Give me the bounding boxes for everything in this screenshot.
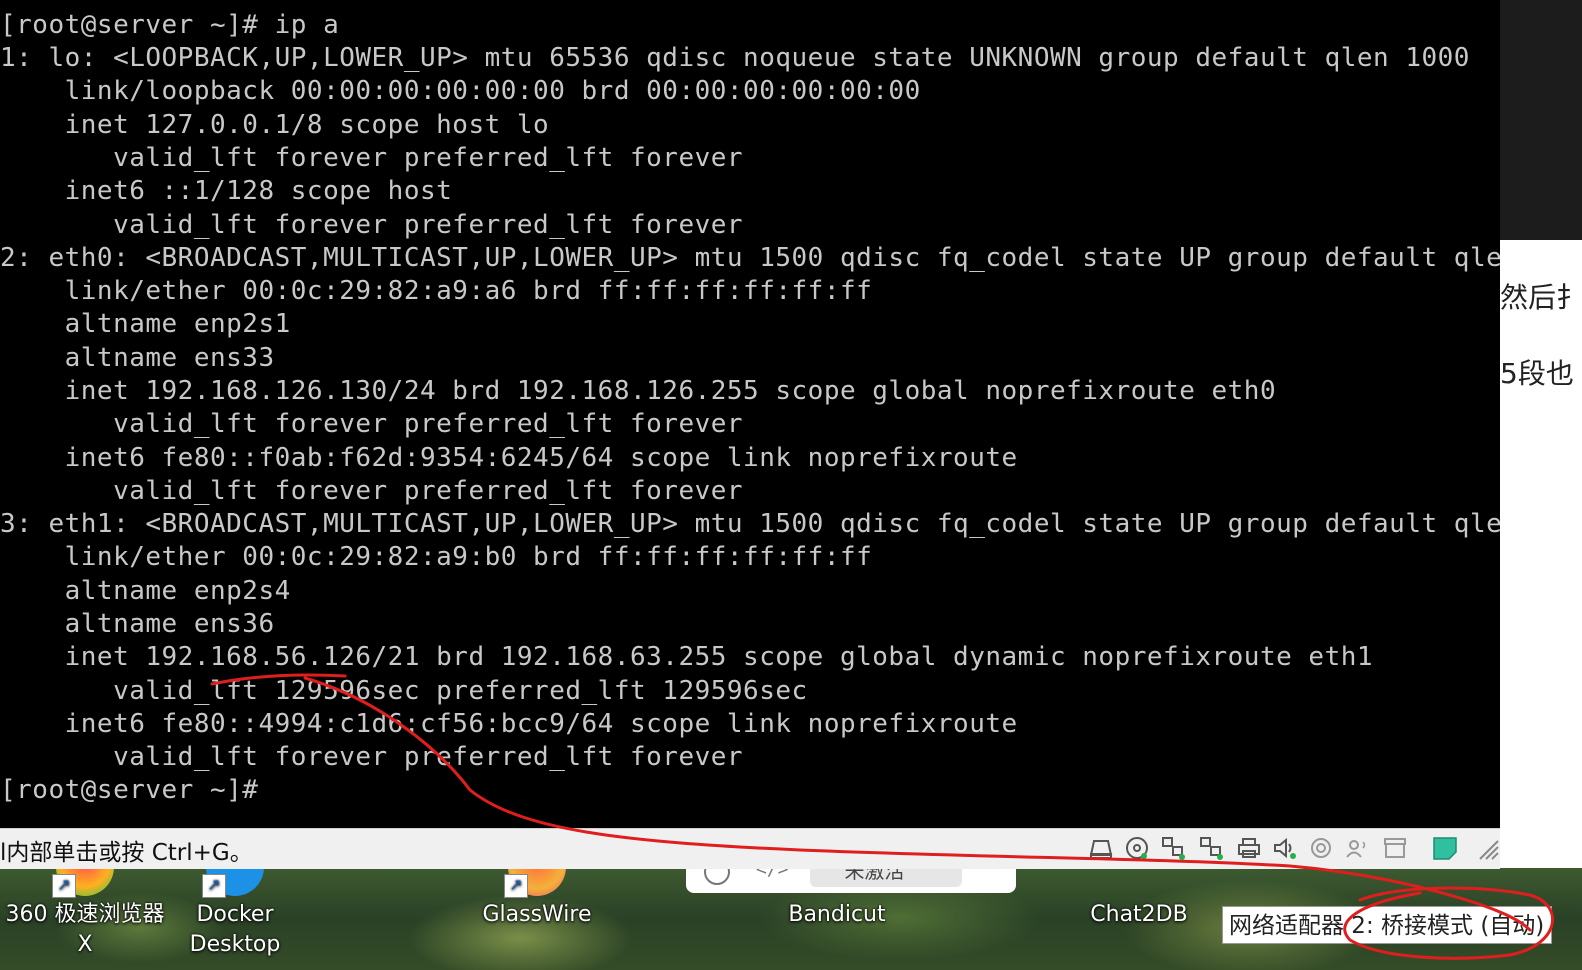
terminal-line: valid_lft 129596sec preferred_lft 129596… <box>0 676 808 706</box>
usb-icon[interactable] <box>1308 835 1334 861</box>
terminal-line: [root@server ~]# ip a <box>0 10 340 40</box>
desktop-icon-chat2db[interactable]: Chat2DB <box>1054 868 1224 930</box>
terminal-line: valid_lft forever preferred_lft forever <box>0 409 744 439</box>
terminal-line: inet 127.0.0.1/8 scope host lo <box>0 110 550 140</box>
terminal-line: valid_lft forever preferred_lft forever <box>0 476 744 506</box>
terminal-line: inet6 ::1/128 scope host <box>0 176 453 206</box>
terminal-line: altname ens36 <box>0 609 275 639</box>
hard-disk-icon[interactable] <box>1088 835 1114 861</box>
sound-card-icon[interactable] <box>1272 835 1298 861</box>
resize-grip-icon[interactable] <box>1474 835 1500 861</box>
terminal-line: inet6 fe80::f0ab:f62d:9354:6245/64 scope… <box>0 443 1018 473</box>
printer-icon[interactable] <box>1236 835 1262 861</box>
terminal-line: link/ether 00:0c:29:82:a9:a6 brd ff:ff:f… <box>0 276 873 306</box>
desktop-icon-label: Docker Desktop <box>189 902 281 957</box>
terminal-line: altname ens33 <box>0 343 275 373</box>
dark-panel <box>1500 0 1582 240</box>
network-adapter-1-icon[interactable] <box>1160 835 1186 861</box>
desktop-icon-label: Chat2DB <box>1090 902 1188 927</box>
terminal-line: inet 192.168.126.130/24 brd 192.168.126.… <box>0 376 1277 406</box>
background-document-page: 然后扌 5段也 <box>1500 0 1582 868</box>
terminal-line: valid_lft forever preferred_lft forever <box>0 210 744 240</box>
terminal-line: 1: lo: <LOOPBACK,UP,LOWER_UP> mtu 65536 … <box>0 43 1470 73</box>
camera-icon[interactable] <box>1344 835 1370 861</box>
terminal-line: inet6 fe80::4994:c1d6:cf56:bcc9/64 scope… <box>0 709 1018 739</box>
display-icon[interactable] <box>1382 835 1408 861</box>
status-hint-text: l内部单击或按 Ctrl+G。 <box>0 840 253 866</box>
document-text: 5段也 <box>1500 357 1574 390</box>
desktop-icon-label: GlassWire <box>482 902 592 927</box>
desktop-icon-360-browser[interactable]: ↗ 360 极速浏览器X <box>0 862 170 960</box>
terminal-prompt: [root@server ~]# <box>0 775 259 805</box>
vm-terminal-console[interactable]: [root@server ~]# ip a 1: lo: <LOOPBACK,U… <box>0 0 1500 828</box>
cd-rom-icon[interactable] <box>1124 835 1150 861</box>
document-text: 然后扌 <box>1500 281 1582 314</box>
terminal-line: link/ether 00:0c:29:82:a9:b0 brd ff:ff:f… <box>0 542 873 572</box>
terminal-line: altname enp2s1 <box>0 309 291 339</box>
terminal-line: 3: eth1: <BROADCAST,MULTICAST,UP,LOWER_U… <box>0 509 1500 539</box>
terminal-line: valid_lft forever preferred_lft forever <box>0 143 744 173</box>
desktop-icon-docker[interactable]: ↗ Docker Desktop <box>150 862 320 960</box>
desktop-icon-label: 360 极速浏览器X <box>5 902 165 957</box>
terminal-line: altname enp2s4 <box>0 576 291 606</box>
network-adapter-tooltip: 网络适配器 2: 桥接模式 (自动) <box>1222 906 1552 944</box>
terminal-line: inet 192.168.56.126/21 brd 192.168.63.25… <box>0 642 1374 672</box>
network-adapter-2-icon[interactable] <box>1198 835 1224 861</box>
message-icon[interactable] <box>1432 835 1458 861</box>
terminal-line: valid_lft forever preferred_lft forever <box>0 742 744 772</box>
terminal-line: 2: eth0: <BROADCAST,MULTICAST,UP,LOWER_U… <box>0 243 1500 273</box>
desktop-icon-glasswire[interactable]: ↗ GlassWire <box>452 862 622 930</box>
terminal-line: link/loopback 00:00:00:00:00:00 brd 00:0… <box>0 76 921 106</box>
vmware-status-bar: l内部单击或按 Ctrl+G。 <box>0 828 1500 869</box>
